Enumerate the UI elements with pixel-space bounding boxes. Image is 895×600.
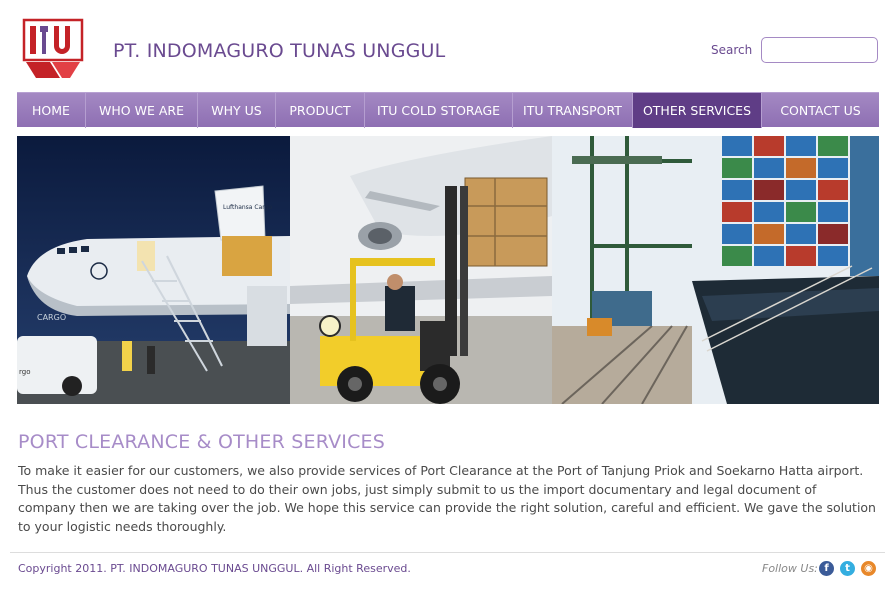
nav-item-why-us[interactable]: WHY US (198, 93, 276, 128)
follow-us-label: Follow Us: (762, 562, 818, 575)
port-container-photo (552, 136, 879, 404)
forklift-photo (290, 136, 552, 404)
search-label: Search (711, 43, 753, 57)
nav-item-contact-us[interactable]: CONTACT US (762, 93, 879, 128)
banner-image: Lufthansa Cargo rgo CARGO (17, 136, 879, 404)
rss-icon[interactable]: ◉ (861, 561, 876, 576)
cargo-label: CARGO (37, 313, 66, 322)
header: PT. INDOMAGURO TUNAS UNGGUL Search (0, 0, 895, 92)
main-nav: HOME WHO WE ARE WHY US PRODUCT ITU COLD … (17, 92, 879, 128)
copyright-text: Copyright 2011. PT. INDOMAGURO TUNAS UNG… (18, 562, 411, 575)
search-input[interactable] (761, 37, 878, 63)
twitter-icon[interactable]: t (840, 561, 855, 576)
page-title: PORT CLEARANCE & OTHER SERVICES (18, 431, 385, 453)
page-body-text: To make it easier for our customers, we … (18, 463, 876, 534)
cargo-plane-photo: Lufthansa Cargo rgo CARGO (17, 136, 290, 404)
footer-divider (10, 552, 885, 553)
nav-item-itu-transport[interactable]: ITU TRANSPORT (513, 93, 633, 128)
company-name: PT. INDOMAGURO TUNAS UNGGUL (113, 40, 446, 62)
svg-text:rgo: rgo (19, 368, 30, 376)
nav-item-itu-cold-storage[interactable]: ITU COLD STORAGE (365, 93, 513, 128)
facebook-icon[interactable]: f (819, 561, 834, 576)
nav-item-product[interactable]: PRODUCT (276, 93, 365, 128)
nav-item-other-services[interactable]: OTHER SERVICES (633, 93, 762, 128)
nav-item-home[interactable]: HOME (17, 93, 86, 128)
nav-item-who-we-are[interactable]: WHO WE ARE (86, 93, 198, 128)
company-logo[interactable] (20, 16, 86, 80)
plane-label: Lufthansa Cargo (223, 204, 272, 211)
